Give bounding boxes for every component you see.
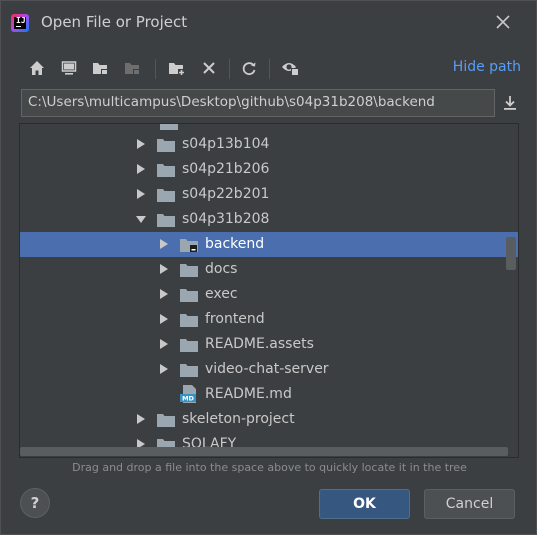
delete-icon — [203, 62, 215, 74]
tree-row[interactable]: backend — [20, 232, 518, 257]
show-hidden-files-button[interactable] — [279, 55, 303, 81]
tree-row-label: frontend — [205, 311, 265, 327]
tree-row[interactable]: s04p22b201 — [20, 182, 518, 207]
project-directory-button[interactable] — [89, 55, 113, 81]
folder-icon — [180, 339, 198, 352]
refresh-icon — [242, 62, 256, 76]
tree-row[interactable]: skeleton-project — [20, 407, 518, 432]
desktop-button[interactable] — [57, 55, 81, 81]
tree-row[interactable]: exec — [20, 282, 518, 307]
tree-row-label: README.assets — [205, 336, 314, 352]
module-folder-icon — [125, 63, 140, 75]
project-folder-icon — [93, 63, 108, 75]
tree-row[interactable]: s04p13b104 — [20, 132, 518, 157]
collapsed-arrow-icon[interactable] — [135, 188, 147, 200]
folder-icon — [160, 124, 178, 130]
tree-row[interactable]: docs — [20, 257, 518, 282]
folder-icon — [180, 364, 198, 377]
show-hidden-icon — [282, 63, 299, 76]
home-icon — [30, 61, 44, 75]
desktop-icon — [61, 61, 77, 75]
collapsed-arrow-icon[interactable] — [158, 338, 170, 350]
cancel-button[interactable]: Cancel — [424, 489, 515, 519]
home-button[interactable] — [25, 55, 49, 81]
close-icon — [496, 15, 510, 29]
logo-text: IJ — [16, 16, 26, 25]
folder-icon — [180, 289, 198, 302]
title-bar: IJ Open File or Project — [1, 1, 536, 45]
help-button[interactable]: ? — [20, 488, 50, 518]
file-tree[interactable]: s04p13b104 s04p21b206 s04p22b201 s04p31b208… — [19, 123, 519, 458]
intellij-logo-icon: IJ — [11, 14, 29, 32]
collapsed-arrow-icon[interactable] — [135, 163, 147, 175]
file-badge: MD — [182, 395, 194, 403]
collapsed-arrow-icon[interactable] — [158, 288, 170, 300]
new-folder-icon — [169, 63, 185, 76]
folder-icon — [157, 414, 175, 427]
folder-icon — [157, 139, 175, 152]
toolbar: Hide path — [21, 55, 521, 81]
folder-icon — [180, 264, 198, 277]
folder-icon — [180, 314, 198, 327]
close-button[interactable] — [492, 11, 514, 33]
toolbar-separator — [269, 59, 270, 79]
collapsed-arrow-icon[interactable] — [158, 263, 170, 275]
drag-drop-hint: Drag and drop a file into the space abov… — [72, 461, 467, 474]
download-button[interactable] — [499, 91, 521, 115]
markdown-file-icon: MD — [180, 385, 196, 403]
vertical-scrollbar[interactable] — [506, 237, 516, 270]
tree-row-label: backend — [205, 236, 265, 252]
dialog-title: Open File or Project — [41, 13, 188, 31]
tree-row-label: docs — [205, 261, 238, 277]
tree-row[interactable]: MD README.md — [20, 382, 518, 407]
collapsed-arrow-icon[interactable] — [158, 363, 170, 375]
tree-row[interactable]: README.assets — [20, 332, 518, 357]
folder-icon — [157, 214, 175, 227]
tree-row-label: exec — [205, 286, 238, 302]
tree-row-label: s04p13b104 — [182, 136, 270, 152]
collapsed-arrow-icon[interactable] — [158, 313, 170, 325]
horizontal-scrollbar[interactable] — [20, 447, 508, 456]
tree-row-label: README.md — [205, 386, 292, 402]
hide-path-link[interactable]: Hide path — [453, 59, 521, 75]
module-folder-icon — [180, 239, 198, 252]
ok-button[interactable]: OK — [319, 489, 410, 519]
collapsed-arrow-icon[interactable] — [135, 413, 147, 425]
expanded-arrow-icon[interactable] — [135, 213, 147, 225]
tree-row-label: skeleton-project — [182, 411, 295, 427]
path-input[interactable]: C:\Users\multicampus\Desktop\github\s04p… — [21, 89, 495, 117]
toolbar-separator — [155, 59, 156, 79]
tree-row[interactable]: s04p21b206 — [20, 157, 518, 182]
folder-icon — [157, 189, 175, 202]
module-directory-button[interactable] — [121, 55, 145, 81]
tree-row-label: s04p21b206 — [182, 161, 270, 177]
tree-row-label: s04p22b201 — [182, 186, 270, 202]
tree-row[interactable]: s04p31b208 — [20, 207, 518, 232]
tree-row-label: s04p31b208 — [182, 211, 270, 227]
refresh-button[interactable] — [237, 55, 261, 81]
tree-row[interactable]: video-chat-server — [20, 357, 518, 382]
new-folder-button[interactable] — [165, 55, 189, 81]
delete-button[interactable] — [197, 55, 221, 81]
folder-icon — [157, 164, 175, 177]
tree-row-label: video-chat-server — [205, 361, 329, 377]
open-file-dialog: IJ Open File or Project Hide path C:\Use… — [0, 0, 537, 535]
tree-row[interactable]: frontend — [20, 307, 518, 332]
collapsed-arrow-icon[interactable] — [158, 238, 170, 250]
download-icon — [504, 96, 516, 110]
toolbar-separator — [229, 59, 230, 79]
collapsed-arrow-icon[interactable] — [135, 138, 147, 150]
